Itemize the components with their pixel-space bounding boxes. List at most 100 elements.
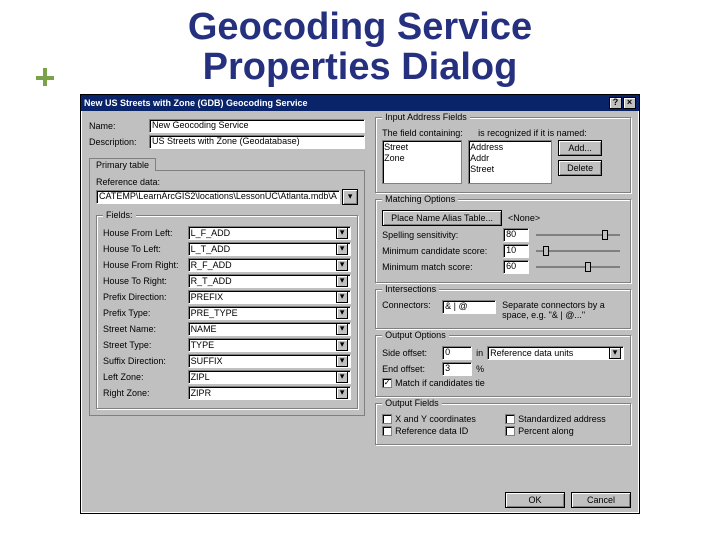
- slide-title-l1: Geocoding Service: [188, 6, 532, 48]
- field-value-10: ZIPR: [191, 388, 212, 398]
- dialog-title: New US Streets with Zone (GDB) Geocoding…: [84, 98, 308, 108]
- chevron-down-icon: ▾: [609, 347, 621, 359]
- recognized-label: is recognized if it is named:: [478, 128, 624, 138]
- list-item[interactable]: Zone: [384, 153, 460, 164]
- connectors-note-2: space, e.g. "& | @...": [502, 310, 605, 320]
- field-value-9: ZIPL: [191, 372, 210, 382]
- chevron-down-icon: ▾: [336, 355, 348, 367]
- chevron-down-icon: ▾: [336, 291, 348, 303]
- field-combo-6[interactable]: NAME ▾: [188, 322, 352, 336]
- reference-data-id-label: Reference data ID: [395, 426, 505, 436]
- minimum-match-score-input[interactable]: 60: [503, 260, 529, 274]
- list-item[interactable]: Address: [470, 142, 550, 153]
- field-value-5: PRE_TYPE: [191, 308, 238, 318]
- help-button[interactable]: ?: [609, 97, 622, 109]
- field-label-4: Prefix Direction:: [103, 292, 188, 302]
- tab-primary-table[interactable]: Primary table: [89, 158, 156, 171]
- minimum-match-score-slider[interactable]: [536, 266, 620, 268]
- match-if-tie-checkbox[interactable]: ✓: [382, 378, 392, 388]
- add-button[interactable]: Add...: [558, 140, 602, 156]
- name-label: Name:: [89, 121, 149, 131]
- field-label-7: Street Type:: [103, 340, 188, 350]
- field-containing-listbox[interactable]: StreetZone: [382, 140, 462, 184]
- side-offset-in-label: in: [476, 348, 483, 358]
- matching-options-legend: Matching Options: [382, 194, 458, 204]
- side-offset-input[interactable]: 0: [442, 346, 472, 360]
- xy-coordinates-label: X and Y coordinates: [395, 414, 505, 424]
- chevron-down-icon: ▾: [336, 275, 348, 287]
- close-button[interactable]: ×: [623, 97, 636, 109]
- chevron-down-icon: ▾: [336, 227, 348, 239]
- field-combo-7[interactable]: TYPE ▾: [188, 338, 352, 352]
- name-input[interactable]: New Geocoding Service: [149, 119, 365, 133]
- list-item[interactable]: Street: [384, 142, 460, 153]
- field-combo-5[interactable]: PRE_TYPE ▾: [188, 306, 352, 320]
- field-value-8: SUFFIX: [191, 356, 223, 366]
- reference-data-id-checkbox[interactable]: [382, 426, 392, 436]
- match-if-tie-label: Match if candidates tie: [395, 378, 485, 388]
- percent-along-label: Percent along: [518, 426, 574, 436]
- recognized-names-listbox[interactable]: AddressAddrStreet: [468, 140, 552, 184]
- fields-legend: Fields:: [103, 210, 136, 220]
- description-label: Description:: [89, 137, 149, 147]
- list-item[interactable]: Street: [470, 164, 550, 175]
- intersections-legend: Intersections: [382, 284, 439, 294]
- slide-title: Geocoding Service Properties Dialog: [0, 0, 720, 90]
- percent-along-checkbox[interactable]: [505, 426, 515, 436]
- reference-data-label: Reference data:: [96, 177, 358, 187]
- field-label-5: Prefix Type:: [103, 308, 188, 318]
- spelling-sensitivity-slider[interactable]: [536, 234, 620, 236]
- chevron-down-icon: ▾: [336, 339, 348, 351]
- field-value-2: R_F_ADD: [191, 260, 232, 270]
- field-value-6: NAME: [191, 324, 217, 334]
- chevron-down-icon: ▾: [336, 243, 348, 255]
- field-combo-0[interactable]: L_F_ADD ▾: [188, 226, 352, 240]
- field-combo-2[interactable]: R_F_ADD ▾: [188, 258, 352, 272]
- chevron-down-icon: ▾: [336, 387, 348, 399]
- cancel-button[interactable]: Cancel: [571, 492, 631, 508]
- field-combo-3[interactable]: R_T_ADD ▾: [188, 274, 352, 288]
- field-combo-10[interactable]: ZIPR ▾: [188, 386, 352, 400]
- xy-coordinates-checkbox[interactable]: [382, 414, 392, 424]
- field-label-9: Left Zone:: [103, 372, 188, 382]
- field-label-10: Right Zone:: [103, 388, 188, 398]
- field-combo-9[interactable]: ZIPL ▾: [188, 370, 352, 384]
- titlebar: New US Streets with Zone (GDB) Geocoding…: [81, 95, 639, 111]
- field-value-1: L_T_ADD: [191, 244, 231, 254]
- field-label-6: Street Name:: [103, 324, 188, 334]
- standardized-address-checkbox[interactable]: [505, 414, 515, 424]
- reference-data-input[interactable]: CATEMP\LearnArcGIS2\locations\LessonUC\A…: [96, 190, 340, 204]
- side-offset-units-combo[interactable]: Reference data units ▾: [487, 346, 624, 360]
- field-combo-4[interactable]: PREFIX ▾: [188, 290, 352, 304]
- place-name-alias-value: <None>: [508, 213, 540, 223]
- field-label-1: House To Left:: [103, 244, 188, 254]
- spelling-sensitivity-label: Spelling sensitivity:: [382, 230, 500, 240]
- connectors-label: Connectors:: [382, 300, 442, 310]
- minimum-candidate-score-input[interactable]: 10: [503, 244, 529, 258]
- connectors-note-1: Separate connectors by a: [502, 300, 605, 310]
- place-name-alias-button[interactable]: Place Name Alias Table...: [382, 210, 502, 226]
- end-offset-input[interactable]: 3: [442, 362, 472, 376]
- connectors-input[interactable]: & | @: [442, 300, 496, 314]
- standardized-address-label: Standardized address: [518, 414, 606, 424]
- browse-button[interactable]: ▾: [342, 189, 358, 205]
- output-options-legend: Output Options: [382, 330, 449, 340]
- spelling-sensitivity-input[interactable]: 80: [503, 228, 529, 242]
- slide-title-l2: Properties Dialog: [203, 46, 518, 88]
- description-input[interactable]: US Streets with Zone (Geodatabase): [149, 135, 365, 149]
- field-combo-1[interactable]: L_T_ADD ▾: [188, 242, 352, 256]
- minimum-candidate-score-label: Minimum candidate score:: [382, 246, 500, 256]
- minimum-candidate-score-slider[interactable]: [536, 250, 620, 252]
- end-offset-label: End offset:: [382, 364, 442, 374]
- field-value-7: TYPE: [191, 340, 215, 350]
- list-item[interactable]: Addr: [470, 153, 550, 164]
- field-label-3: House To Right:: [103, 276, 188, 286]
- field-value-3: R_T_ADD: [191, 276, 232, 286]
- chevron-down-icon: ▾: [336, 323, 348, 335]
- end-offset-pct-label: %: [476, 364, 484, 374]
- delete-button[interactable]: Delete: [558, 160, 602, 176]
- ok-button[interactable]: OK: [505, 492, 565, 508]
- side-offset-label: Side offset:: [382, 348, 442, 358]
- field-combo-8[interactable]: SUFFIX ▾: [188, 354, 352, 368]
- field-value-4: PREFIX: [191, 292, 224, 302]
